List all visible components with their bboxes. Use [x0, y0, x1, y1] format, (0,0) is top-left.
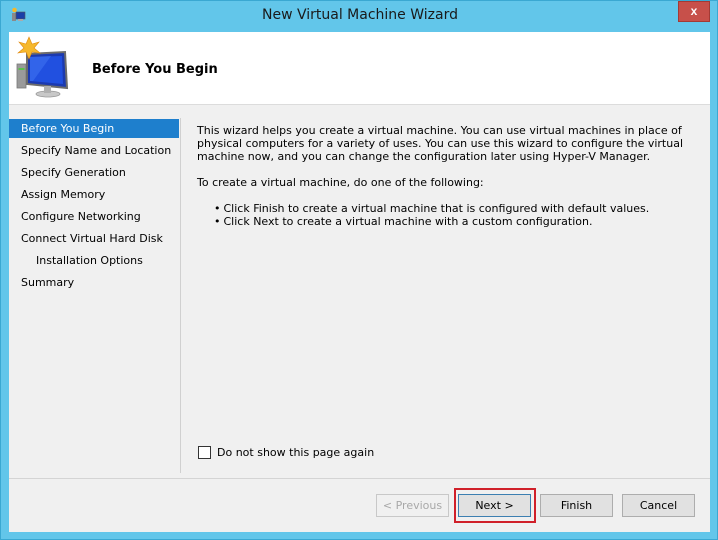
wizard-header: Before You Begin — [9, 32, 710, 105]
page-title: Before You Begin — [92, 62, 218, 77]
close-button[interactable]: x — [678, 1, 710, 22]
list-item-next: Click Next to create a virtual machine w… — [214, 215, 707, 228]
wizard-client-area: Before You Begin Before You Begin Specif… — [9, 32, 710, 532]
window-title: New Virtual Machine Wizard — [262, 7, 458, 23]
nav-step-before-you-begin[interactable]: Before You Begin — [9, 119, 179, 138]
new-vm-monitor-icon — [16, 36, 69, 98]
nav-step-assign-memory[interactable]: Assign Memory — [9, 185, 179, 204]
wizard-steps-nav: Before You Begin Specify Name and Locati… — [9, 106, 181, 481]
dont-show-again-checkbox[interactable] — [198, 445, 211, 459]
instruction-text: To create a virtual machine, do one of t… — [197, 176, 484, 189]
footer-divider — [9, 478, 710, 479]
title-bar[interactable]: New Virtual Machine Wizard x — [1, 1, 718, 32]
next-button[interactable]: Next > — [458, 494, 531, 517]
nav-step-summary[interactable]: Summary — [9, 273, 179, 292]
wizard-content: This wizard helps you create a virtual m… — [197, 124, 707, 228]
wizard-window: New Virtual Machine Wizard x Before You … — [0, 0, 718, 540]
previous-button[interactable]: < Previous — [376, 494, 449, 517]
list-item-text: Click Next to create a virtual machine w… — [223, 215, 593, 228]
list-item-text: Click Finish to create a virtual machine… — [223, 202, 650, 215]
nav-step-installation-options[interactable]: Installation Options — [9, 251, 179, 270]
nav-step-specify-generation[interactable]: Specify Generation — [9, 163, 179, 182]
intro-text: This wizard helps you create a virtual m… — [197, 124, 683, 163]
list-item-finish: Click Finish to create a virtual machine… — [214, 202, 707, 215]
close-icon: x — [690, 4, 698, 18]
nav-step-connect-virtual-hard-disk[interactable]: Connect Virtual Hard Disk — [9, 229, 179, 248]
dont-show-again-option[interactable]: Do not show this page again — [198, 444, 374, 460]
dont-show-again-label: Do not show this page again — [217, 445, 375, 459]
nav-divider — [180, 118, 181, 473]
options-list: Click Finish to create a virtual machine… — [197, 202, 707, 228]
finish-button[interactable]: Finish — [540, 494, 613, 517]
nav-step-specify-name-and-location[interactable]: Specify Name and Location — [9, 141, 179, 160]
nav-step-configure-networking[interactable]: Configure Networking — [9, 207, 179, 226]
cancel-button[interactable]: Cancel — [622, 494, 695, 517]
